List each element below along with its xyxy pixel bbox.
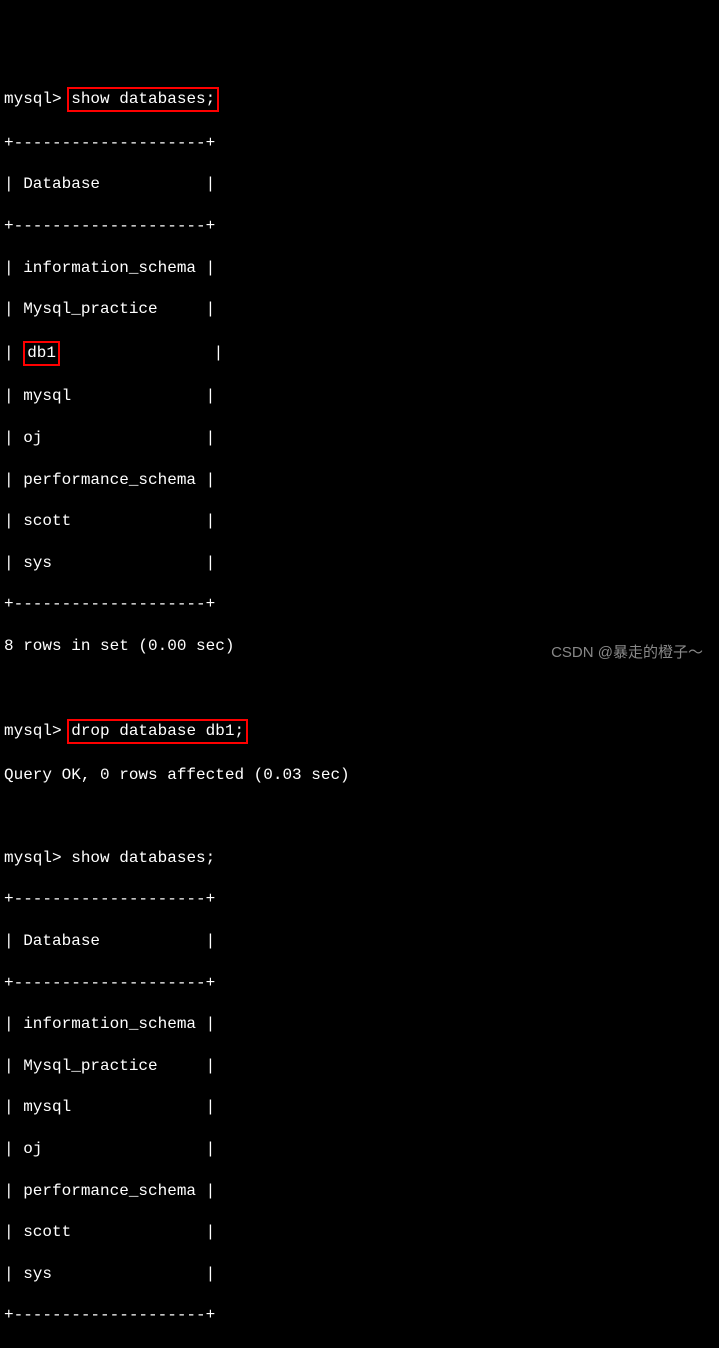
table-row: | performance_schema | <box>4 1181 715 1202</box>
highlight-drop-database: drop database db1; <box>67 719 248 744</box>
table-border: +--------------------+ <box>4 1305 715 1326</box>
table-row: | mysql | <box>4 386 715 407</box>
table-row: | performance_schema | <box>4 470 715 491</box>
highlight-show-databases: show databases; <box>67 87 219 112</box>
result-line: 7 rows in set (0.00 sec) <box>4 1347 715 1348</box>
table-border: +--------------------+ <box>4 889 715 910</box>
table-border: +--------------------+ <box>4 216 715 237</box>
table-row: | oj | <box>4 428 715 449</box>
table-row: | sys | <box>4 553 715 574</box>
drop-result: Query OK, 0 rows affected (0.03 sec) <box>4 765 715 786</box>
table-row: | Mysql_practice | <box>4 299 715 320</box>
table-row: | mysql | <box>4 1097 715 1118</box>
table-border: +--------------------+ <box>4 594 715 615</box>
prompt: mysql> <box>4 90 62 108</box>
table-row: | scott | <box>4 511 715 532</box>
table-row: | sys | <box>4 1264 715 1285</box>
table-row: | oj | <box>4 1139 715 1160</box>
prompt: mysql> <box>4 849 62 867</box>
blank-line <box>4 806 715 827</box>
prompt-line-1[interactable]: mysql> show databases; <box>4 87 715 112</box>
table-row: | information_schema | <box>4 258 715 279</box>
table-row: | scott | <box>4 1222 715 1243</box>
table-row: | information_schema | <box>4 1014 715 1035</box>
table-header: | Database | <box>4 174 715 195</box>
table-header: | Database | <box>4 931 715 952</box>
prompt-line-3[interactable]: mysql> show databases; <box>4 848 715 869</box>
prompt: mysql> <box>4 722 62 740</box>
table-border: +--------------------+ <box>4 133 715 154</box>
watermark: CSDN @暴走的橙子～ <box>551 643 703 663</box>
table-border: +--------------------+ <box>4 973 715 994</box>
prompt-line-2[interactable]: mysql> drop database db1; <box>4 719 715 744</box>
table-row: | Mysql_practice | <box>4 1056 715 1077</box>
table-row: | db1 | <box>4 341 715 366</box>
blank-line <box>4 678 715 699</box>
highlight-db1: db1 <box>23 341 60 366</box>
